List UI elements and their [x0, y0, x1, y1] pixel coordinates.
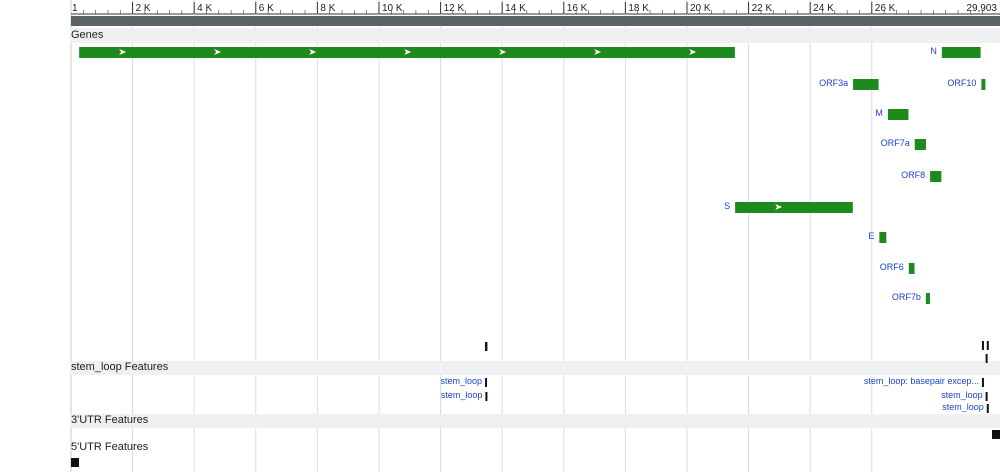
- gene-feature-orf3a: [853, 79, 879, 90]
- gene-feature-s: [735, 202, 853, 213]
- features-layer: [71, 47, 1000, 467]
- stem-loop-feature: [985, 392, 988, 401]
- stem-loop-mark: [985, 354, 988, 363]
- utr5-feature: [71, 458, 79, 467]
- gene-feature-e: [879, 232, 887, 243]
- gene-feature-orf7b: [925, 293, 930, 304]
- stem-loop-feature: [485, 378, 488, 387]
- gene-feature-orf6: [908, 263, 915, 274]
- stem-loop-mark: [986, 341, 989, 350]
- stem-loop-feature: [986, 404, 989, 413]
- stem-loop-mark: [485, 342, 488, 351]
- stem-loop-feature: [485, 392, 488, 401]
- gene-feature-m: [887, 109, 909, 120]
- gene-feature-orf10: [981, 79, 986, 90]
- gene-feature-orf7a: [914, 139, 926, 150]
- utr3-feature: [992, 430, 1000, 439]
- stem-loop-feature: [981, 378, 984, 387]
- gene-feature-n: [941, 47, 981, 58]
- stem-loop-mark: [981, 341, 984, 350]
- genome-viewer: 2 K4 K6 K8 K 10 K 12 K 14 K 16 K 18 K 20 K 22 K…: [0, 0, 1000, 472]
- gene-feature-orf8: [930, 171, 942, 182]
